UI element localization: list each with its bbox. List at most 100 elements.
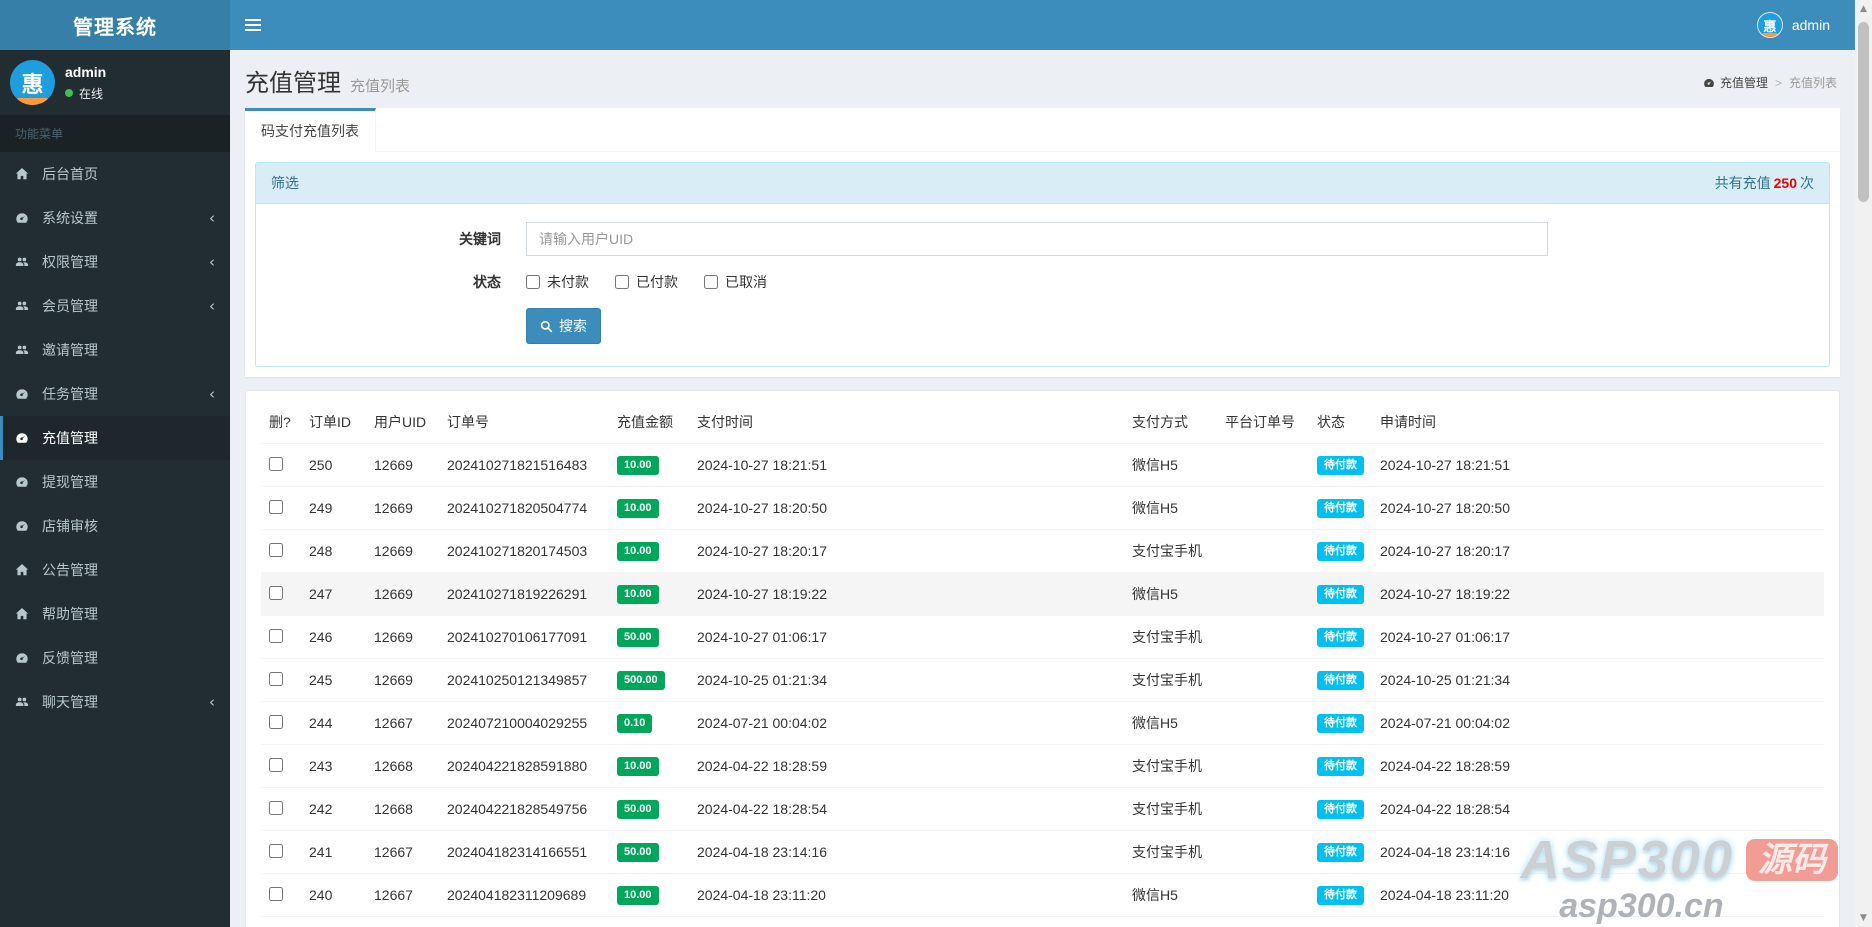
cell-apply-time: 2024-10-27 01:06:17 <box>1372 615 1824 659</box>
amount-badge: 10.00 <box>617 499 659 518</box>
table-row: 239 12667 202404182225048385 10.00 2024-… <box>261 916 1824 927</box>
total-prefix: 共有充值 <box>1714 175 1771 191</box>
table-row: 241 12667 202404182314166551 50.00 2024-… <box>261 830 1824 874</box>
row-delete-checkbox[interactable] <box>269 542 283 557</box>
cell-pay-time: 2024-10-27 18:21:51 <box>689 443 1124 487</box>
row-delete-checkbox[interactable] <box>269 843 283 858</box>
cell-order-id: 240 <box>301 873 366 917</box>
scrollbar-thumb[interactable] <box>1858 22 1869 202</box>
row-delete-checkbox[interactable] <box>269 800 283 815</box>
sidebar-item[interactable]: 会员管理 ‹ <box>0 284 230 328</box>
scroll-down-icon[interactable]: ▼ <box>1860 909 1867 927</box>
sidebar-item[interactable]: 聊天管理 ‹ <box>0 680 230 724</box>
users-icon <box>15 695 35 709</box>
keyword-input[interactable] <box>526 222 1548 256</box>
amount-badge: 50.00 <box>617 628 659 647</box>
chevron-left-icon: ‹ <box>209 209 215 227</box>
column-header: 支付时间 <box>689 401 1124 444</box>
status-badge: 待付款 <box>1317 800 1364 819</box>
chevron-left-icon: ‹ <box>209 253 215 271</box>
tab-container: 码支付充值列表 筛选 共有充值250次 关键词 状态 <box>245 108 1840 377</box>
row-delete-checkbox[interactable] <box>269 585 283 600</box>
content-header: 充值管理 充值列表 充值管理 > 充值列表 <box>230 50 1855 106</box>
scroll-up-icon[interactable]: ▲ <box>1860 0 1867 18</box>
user-status[interactable]: 在线 <box>65 85 106 102</box>
sidebar-section-label: 功能菜单 <box>0 115 230 152</box>
table-row: 245 12669 202410250121349857 500.00 2024… <box>261 658 1824 702</box>
cell-user-uid: 12669 <box>366 486 439 530</box>
cell-apply-time: 2024-04-18 22:25:04 <box>1372 916 1824 927</box>
sidebar-item-label: 邀请管理 <box>42 342 98 358</box>
cell-user-uid: 12668 <box>366 787 439 831</box>
table-row: 249 12669 202410271820504774 10.00 2024-… <box>261 486 1824 530</box>
user-menu[interactable]: 惠 admin <box>1756 0 1830 50</box>
app-logo[interactable]: 管理系统 <box>0 0 230 50</box>
tab-qr-recharge-list[interactable]: 码支付充值列表 <box>245 108 376 152</box>
total-count: 250 <box>1773 175 1797 191</box>
cell-order-id: 244 <box>301 701 366 745</box>
sidebar-item[interactable]: 充值管理 ‹ <box>0 416 230 460</box>
status-checkbox[interactable] <box>526 275 540 289</box>
cell-order-no: 202404182225048385 <box>439 916 609 927</box>
row-delete-checkbox[interactable] <box>269 499 283 514</box>
sidebar-item[interactable]: 反馈管理 ‹ <box>0 636 230 680</box>
cell-order-no: 202404221828591880 <box>439 744 609 788</box>
column-header: 订单号 <box>439 401 609 444</box>
row-delete-checkbox[interactable] <box>269 456 283 471</box>
sidebar-item-label: 权限管理 <box>42 254 98 270</box>
cell-apply-time: 2024-10-27 18:20:50 <box>1372 486 1824 530</box>
amount-badge: 10.00 <box>617 585 659 604</box>
cell-pay-time: 2024-04-18 22:25:04 <box>689 916 1124 927</box>
cell-user-uid: 12669 <box>366 658 439 702</box>
sidebar-item-label: 帮助管理 <box>42 606 98 622</box>
status-badge: 待付款 <box>1317 886 1364 905</box>
status-checkbox-option[interactable]: 未付款 <box>526 272 589 292</box>
chevron-left-icon: ‹ <box>209 693 215 711</box>
status-badge: 待付款 <box>1317 757 1364 776</box>
recharge-total: 共有充值 250 次 <box>1715 173 1814 193</box>
sidebar-item[interactable]: 后台首页 ‹ <box>0 152 230 196</box>
sidebar-item[interactable]: 系统设置 ‹ <box>0 196 230 240</box>
cell-order-id: 246 <box>301 615 366 659</box>
cell-platform-no <box>1217 443 1309 487</box>
sidebar-item[interactable]: 权限管理 ‹ <box>0 240 230 284</box>
sidebar-item[interactable]: 公告管理 ‹ <box>0 548 230 592</box>
gauge-icon <box>15 387 35 401</box>
sidebar-item[interactable]: 邀请管理 ‹ <box>0 328 230 372</box>
cell-pay-method: 微信H5 <box>1124 486 1217 530</box>
cell-apply-time: 2024-10-27 18:19:22 <box>1372 572 1824 616</box>
sidebar-item[interactable]: 店铺审核 ‹ <box>0 504 230 548</box>
sidebar-item[interactable]: 提现管理 ‹ <box>0 460 230 504</box>
sidebar-item[interactable]: 任务管理 ‹ <box>0 372 230 416</box>
row-delete-checkbox[interactable] <box>269 886 283 901</box>
cell-platform-no <box>1217 486 1309 530</box>
cell-pay-time: 2024-10-27 01:06:17 <box>689 615 1124 659</box>
row-delete-checkbox[interactable] <box>269 714 283 729</box>
user-name: admin <box>65 63 107 80</box>
search-button[interactable]: 搜索 <box>526 308 601 344</box>
cell-order-no: 202410271820174503 <box>439 529 609 573</box>
main-content: 充值管理 充值列表 充值管理 > 充值列表 码支付充值列表 筛选 共有充值 250… <box>230 50 1855 927</box>
cell-pay-time: 2024-10-27 18:19:22 <box>689 572 1124 616</box>
status-checkbox[interactable] <box>615 275 629 289</box>
breadcrumb-level1[interactable]: 充值管理 <box>1720 74 1768 91</box>
app-title: 管理系统 <box>73 16 157 39</box>
row-delete-checkbox[interactable] <box>269 757 283 772</box>
status-checkbox-option[interactable]: 已取消 <box>704 272 767 292</box>
cell-user-uid: 12667 <box>366 873 439 917</box>
sidebar-toggle-icon[interactable] <box>230 0 276 50</box>
filter-title: 筛选 <box>271 175 299 191</box>
vertical-scrollbar[interactable]: ▲ ▼ <box>1855 0 1872 927</box>
row-delete-checkbox[interactable] <box>269 628 283 643</box>
sidebar-item-label: 充值管理 <box>42 430 98 446</box>
sidebar-item[interactable]: 帮助管理 ‹ <box>0 592 230 636</box>
status-checkbox-option[interactable]: 已付款 <box>615 272 678 292</box>
cell-apply-time: 2024-07-21 00:04:02 <box>1372 701 1824 745</box>
cell-platform-no <box>1217 658 1309 702</box>
column-header: 删? <box>261 401 301 444</box>
cell-order-no: 202410250121349857 <box>439 658 609 702</box>
status-checkbox[interactable] <box>704 275 718 289</box>
amount-badge: 10.00 <box>617 757 659 776</box>
cell-platform-no <box>1217 787 1309 831</box>
row-delete-checkbox[interactable] <box>269 671 283 686</box>
